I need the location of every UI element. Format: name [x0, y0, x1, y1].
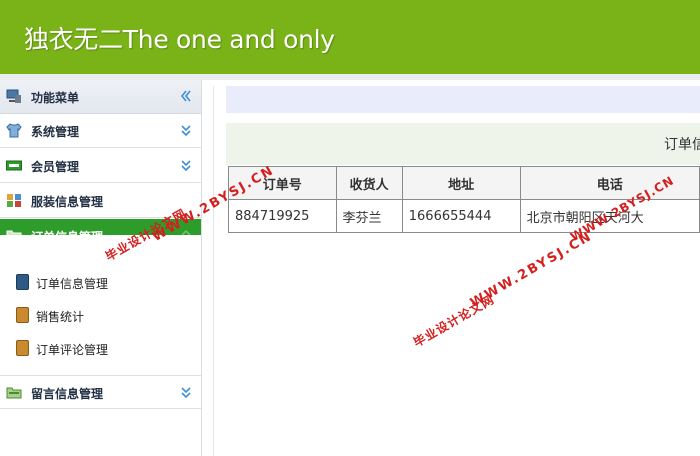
sidebar-item-members[interactable]: 会员管理: [0, 149, 201, 183]
table-cell: 1666655444: [401, 199, 521, 233]
content-toolbar: [226, 86, 700, 113]
submenu-sales-stats[interactable]: 销售统计: [16, 306, 106, 326]
column-header: 收货人: [335, 166, 403, 200]
page-title: 订单信: [664, 137, 700, 153]
submenu-item-label: 订单信息管理: [36, 277, 109, 291]
table-header-row: 订单号 收货人 地址 电话: [228, 166, 700, 200]
main-content: 订单信 订单号 收货人 地址 电话 884719925 李芬兰 16666554…: [213, 86, 700, 456]
sidebar-item-system[interactable]: 系统管理: [0, 114, 201, 148]
app-header: 独衣无二The one and only: [0, 0, 700, 74]
submenu-item-label: 订单评论管理: [36, 343, 109, 357]
sidebar: 功能菜单 系统管理 会员管理 服装信息管理 订单信息管理 销售统计 订单评论管理…: [0, 80, 202, 456]
table-cell: 884719925: [228, 199, 337, 233]
grid-apps-icon: [7, 194, 21, 207]
sidebar-item-label: 系统管理: [31, 125, 80, 139]
sidebar-item-label: 会员管理: [31, 160, 80, 174]
submenu-item-label: 销售统计: [36, 310, 85, 324]
sidebar-menu-header: 功能菜单: [0, 80, 201, 114]
shirt-icon: [6, 123, 22, 138]
orders-submenu: 订单信息管理 销售统计 订单评论管理: [0, 235, 201, 375]
submenu-order-reviews[interactable]: 订单评论管理: [16, 339, 136, 359]
chevron-down-icon: [181, 160, 191, 172]
book-icon: [16, 274, 29, 290]
folder-icon: [6, 387, 22, 399]
sidebar-item-label: 留言信息管理: [31, 387, 104, 401]
chevron-down-icon: [181, 125, 191, 137]
app-title: 独衣无二The one and only: [24, 25, 335, 54]
submenu-order-info[interactable]: 订单信息管理: [16, 273, 136, 293]
ledger-icon: [16, 340, 29, 356]
ledger-icon: [16, 307, 29, 323]
chevron-down-icon: [181, 387, 191, 399]
sidebar-item-messages[interactable]: 留言信息管理: [0, 375, 201, 409]
column-header: 地址: [401, 166, 521, 200]
sidebar-menu-title: 功能菜单: [31, 91, 80, 105]
monitor-icon: [6, 89, 21, 103]
collapse-sidebar-icon[interactable]: [179, 88, 193, 104]
content-title-bar: 订单信: [226, 123, 700, 165]
table-cell: 李芬兰: [335, 199, 403, 233]
sidebar-item-label: 服装信息管理: [31, 195, 104, 209]
member-card-icon: [6, 160, 22, 171]
